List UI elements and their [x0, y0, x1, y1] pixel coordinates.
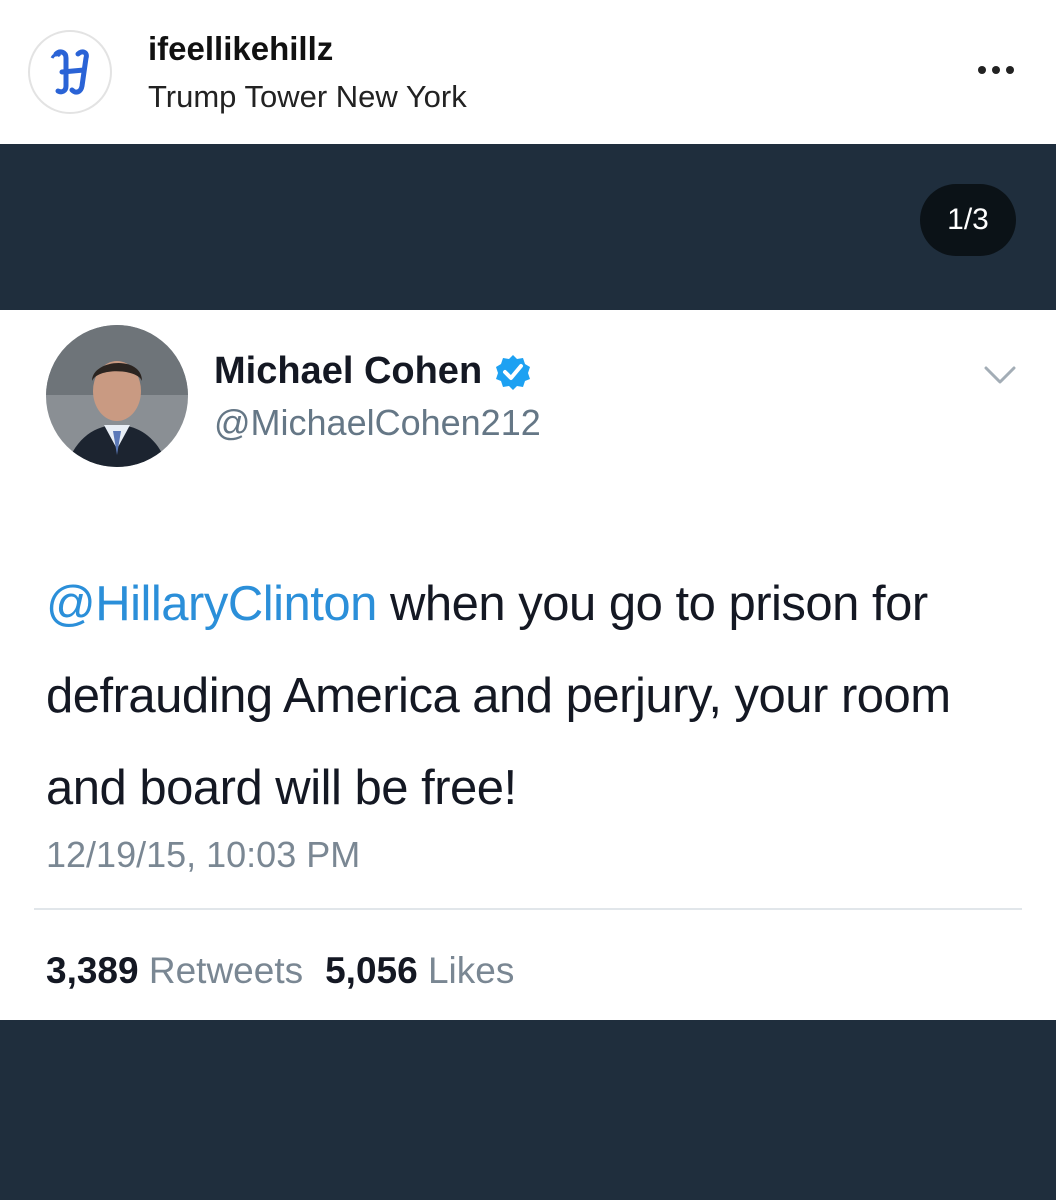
retweets-stat: 3,389 Retweets [46, 950, 303, 992]
profile-avatar[interactable] [28, 30, 112, 114]
retweets-count: 3,389 [46, 950, 139, 991]
post-media[interactable]: 1/3 Michael Cohen @MichaelCohen212 @Hill… [0, 144, 1056, 1200]
verified-badge-icon [494, 353, 532, 391]
carousel-counter: 1/3 [920, 184, 1016, 256]
post-location[interactable]: Trump Tower New York [148, 79, 467, 115]
tweet-handle: @MichaelCohen212 [214, 402, 541, 443]
likes-count: 5,056 [325, 950, 418, 991]
likes-stat: 5,056 Likes [325, 950, 514, 992]
likes-label: Likes [427, 950, 515, 991]
tweet-author-name: Michael Cohen [214, 350, 532, 393]
more-options-button[interactable] [968, 52, 1024, 88]
tweet-avatar [46, 325, 188, 467]
tweet-screenshot: Michael Cohen @MichaelCohen212 @HillaryC… [0, 310, 1056, 1020]
tweet-timestamp: 12/19/15, 10:03 PM [46, 834, 361, 875]
divider [34, 908, 1022, 910]
more-options-icon [978, 66, 986, 74]
tweet-body: @HillaryClinton when you go to prison fo… [46, 558, 1026, 834]
post-header: ifeellikehillz Trump Tower New York [0, 0, 1056, 144]
tweet-stats: 3,389 Retweets 5,056 Likes [46, 950, 514, 992]
person-portrait-icon [46, 325, 188, 467]
tweet-mention: @HillaryClinton [46, 577, 377, 631]
gothic-h-logo-icon [50, 49, 89, 95]
chevron-down-icon [980, 360, 1020, 390]
post-username[interactable]: ifeellikehillz [148, 30, 333, 68]
tweet-display-name: Michael Cohen [214, 350, 483, 392]
retweets-label: Retweets [148, 950, 304, 991]
